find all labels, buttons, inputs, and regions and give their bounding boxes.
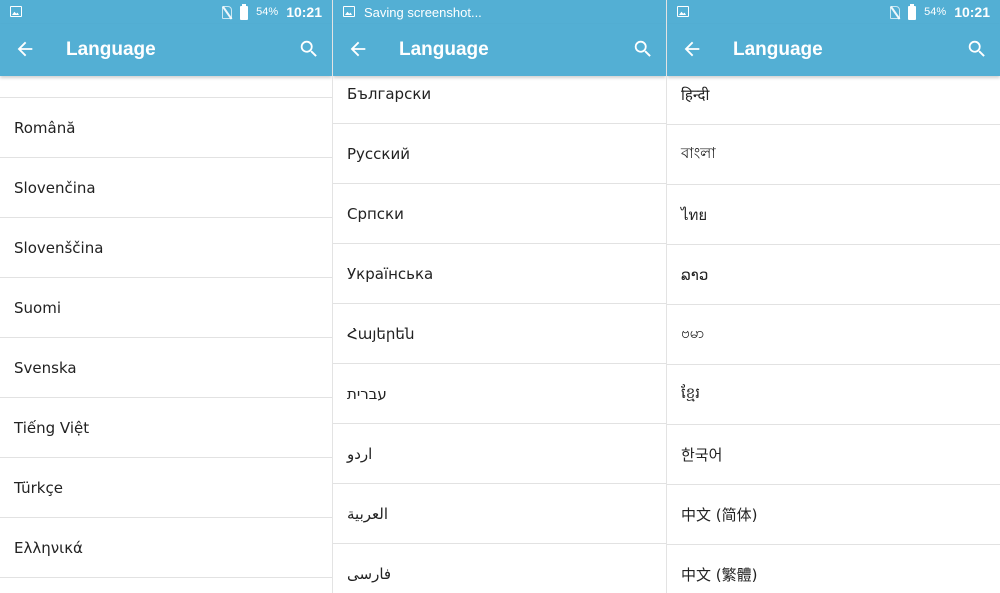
language-screen-3: 54% 10:21 Language हिन्दी বাংলা ไทย ລາວ … (667, 0, 1000, 593)
search-icon[interactable] (632, 38, 654, 60)
no-sim-icon (890, 5, 901, 19)
language-item[interactable]: עברית (333, 364, 666, 424)
language-item[interactable]: Русский (333, 124, 666, 184)
language-item[interactable]: Հայերեն (333, 304, 666, 364)
language-item[interactable]: ລາວ (667, 245, 1000, 305)
page-title: Language (66, 39, 156, 60)
language-list: Português (Portugal) Română Slovenčina S… (0, 59, 332, 578)
app-bar: Language (333, 24, 666, 76)
page-title: Language (733, 39, 823, 60)
search-icon[interactable] (966, 38, 988, 60)
battery-icon (908, 3, 917, 20)
language-item[interactable]: Ελληνικά (0, 518, 332, 578)
language-item[interactable]: 中文 (繁體) (667, 545, 1000, 593)
status-clock: 10:21 (954, 4, 990, 20)
language-item[interactable]: Slovenčina (0, 158, 332, 218)
language-screen-2: Saving screenshot... Language Български … (333, 0, 667, 593)
app-bar: Language (667, 24, 1000, 76)
language-item[interactable]: Tiếng Việt (0, 398, 332, 458)
status-message: Saving screenshot... (364, 5, 482, 20)
page-title: Language (399, 39, 489, 60)
image-notification-icon (343, 6, 355, 17)
status-right-group: 54% 10:21 (890, 3, 990, 20)
language-item[interactable]: Română (0, 98, 332, 158)
battery-percent: 54% (924, 6, 947, 18)
language-item[interactable]: বাংলা (667, 125, 1000, 185)
search-icon[interactable] (298, 38, 320, 60)
language-item[interactable]: Српски (333, 184, 666, 244)
image-notification-icon (677, 6, 689, 17)
status-bar: 54% 10:21 (667, 0, 1000, 24)
app-bar: Language (0, 24, 332, 76)
language-item[interactable]: Svenska (0, 338, 332, 398)
status-clock: 10:21 (286, 4, 322, 20)
language-item[interactable]: Slovenščina (0, 218, 332, 278)
status-bar: 54% 10:21 (0, 0, 332, 24)
language-item[interactable]: ខ្មែរ (667, 365, 1000, 425)
language-item[interactable]: فارسی (333, 544, 666, 593)
language-item[interactable]: Suomi (0, 278, 332, 338)
status-bar: Saving screenshot... (333, 0, 666, 24)
battery-percent: 54% (256, 6, 279, 18)
language-screen-1: 54% 10:21 Language Português (Portugal) … (0, 0, 333, 593)
language-item[interactable]: Türkçe (0, 458, 332, 518)
status-right-group: 54% 10:21 (222, 3, 322, 20)
arrow-back-icon[interactable] (681, 38, 703, 60)
no-sim-icon (222, 5, 233, 19)
language-item[interactable]: 中文 (简体) (667, 485, 1000, 545)
screenshot-collage: 54% 10:21 Language Português (Portugal) … (0, 0, 1000, 593)
language-list: हिन्दी বাংলা ไทย ລາວ ဗမာ ខ្មែរ 한국어 中文 (简… (667, 65, 1000, 593)
language-item[interactable]: Українська (333, 244, 666, 304)
language-list: Български Русский Српски Українська Հայե… (333, 64, 666, 593)
arrow-back-icon[interactable] (347, 38, 369, 60)
arrow-back-icon[interactable] (14, 38, 36, 60)
language-item[interactable]: اردو (333, 424, 666, 484)
language-item[interactable]: 한국어 (667, 425, 1000, 485)
language-item[interactable]: ဗမာ (667, 305, 1000, 365)
image-notification-icon (10, 6, 22, 17)
battery-icon (240, 3, 249, 20)
language-item[interactable]: ไทย (667, 185, 1000, 245)
language-item[interactable]: العربية (333, 484, 666, 544)
